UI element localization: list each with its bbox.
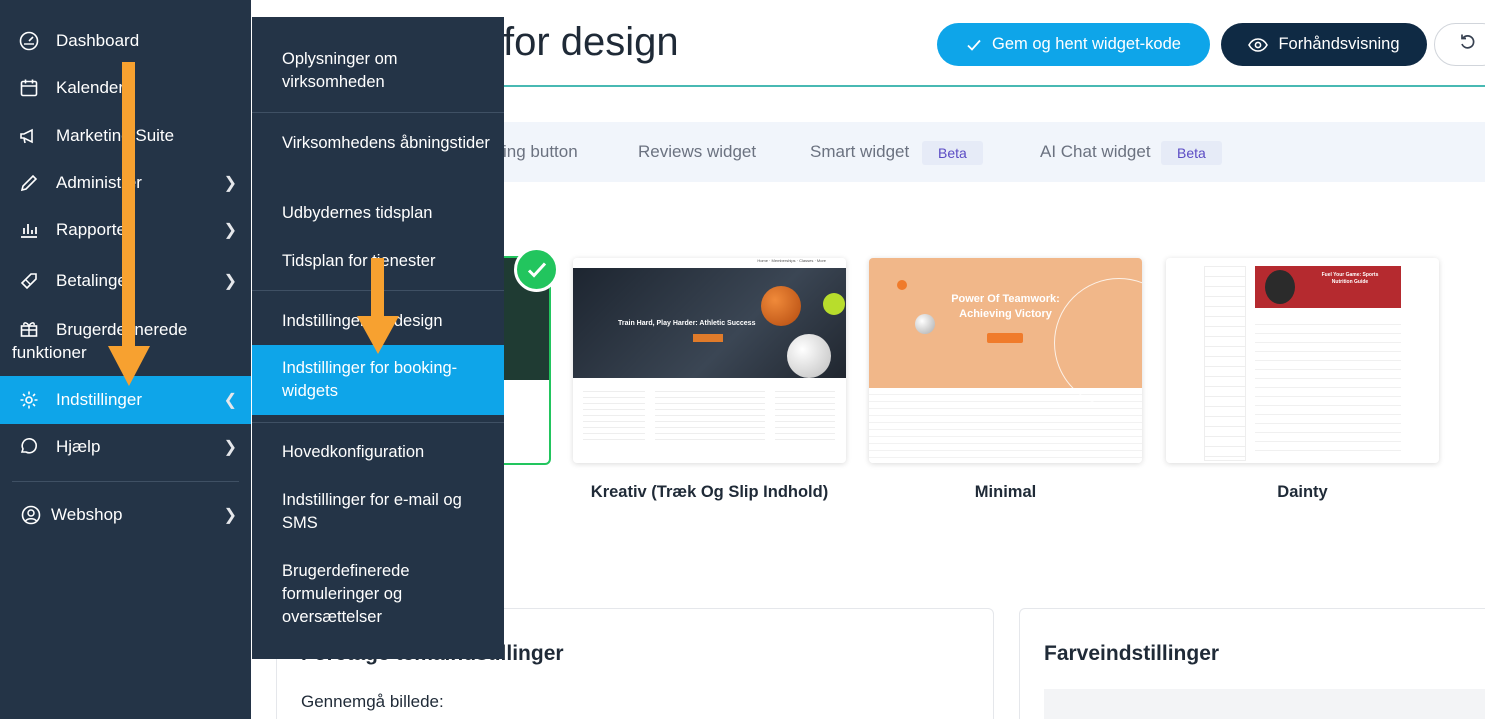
tab-smart-widget[interactable]: Smart widget [810,142,909,162]
submenu-item-booking-widgets[interactable]: Indstillinger for booking-widgets [252,345,504,415]
calendar-icon [18,77,40,99]
save-widget-code-label: Gem og hent widget-kode [992,35,1181,53]
chevron-right-icon: ❯ [223,507,237,524]
sidebar-item-label: Webshop [51,505,123,524]
tab-reviews-widget[interactable]: Reviews widget [638,142,756,162]
chevron-right-icon: ❯ [223,175,237,192]
kreativ-hero-text: Train Hard, Play Harder: Athletic Succes… [618,320,756,327]
ai-chat-beta-badge: Beta [1161,141,1222,165]
review-image-label: Gennemgå billede: [301,692,444,711]
gear-icon [18,389,40,411]
tab-booking-button[interactable]: ing button [503,142,578,162]
preview-label: Forhåndsvisning [1278,35,1400,53]
submenu-divider [252,422,504,423]
tab-ai-chat-widget[interactable]: AI Chat widget [1040,142,1151,162]
undo-icon [1459,33,1477,56]
chevron-right-icon: ❯ [223,439,237,456]
sidebar-item-label: Indstillinger [56,390,142,409]
submenu-item-email-sms[interactable]: Indstillinger for e-mail og SMS [252,489,504,535]
page-title: for design [503,20,679,64]
annotation-arrow-down-icon [108,62,150,386]
theme-label-minimal: Minimal [974,483,1037,501]
submenu-item-provider-schedule[interactable]: Udbydernes tidsplan [252,202,504,225]
color-settings-title: Farveindstillinger [1044,642,1220,665]
sidebar-item-label: Dashboard [56,31,140,50]
check-icon [966,37,982,53]
submenu-item-company-info[interactable]: Oplysninger om virksomheden [252,48,504,94]
sidebar-divider [12,481,239,482]
chat-icon [18,436,40,458]
submenu-divider [252,112,504,113]
chevron-right-icon: ❯ [223,273,237,290]
tag-icon [18,270,40,292]
bar-chart-icon [18,219,40,241]
speedometer-icon [18,30,40,52]
save-widget-code-button[interactable]: Gem og hent widget-kode [937,23,1210,66]
submenu-item-opening-hours[interactable]: Virksomhedens åbningstider [252,132,504,155]
undo-button[interactable] [1434,23,1485,66]
user-circle-icon [20,504,42,526]
submenu-item-main-config[interactable]: Hovedkonfiguration [252,441,504,464]
smart-beta-badge: Beta [922,141,983,165]
theme-label-dainty: Dainty [1277,483,1328,501]
theme-card-dainty[interactable]: Fuel Your Game: Sports Nutrition Guide [1166,258,1439,463]
sidebar-item-dashboard[interactable]: Dashboard [0,27,251,55]
sidebar-item-label: Hjælp [56,437,101,456]
chevron-left-icon: ❮ [223,392,237,409]
preview-button[interactable]: Forhåndsvisning [1221,23,1427,66]
pencil-icon [18,172,40,194]
theme-card-kreativ[interactable]: Home · Memberships · Classes · More Trai… [573,258,846,463]
theme-label-kreativ: Kreativ (Træk Og Slip Indhold) [590,483,829,501]
submenu-item-custom-labels[interactable]: Brugerdefinerede formuleringer og oversæ… [252,560,504,629]
megaphone-icon [18,125,40,147]
dainty-hero-text: Fuel Your Game: Sports Nutrition Guide [1321,272,1379,285]
sidebar-item-webshop[interactable]: Webshop ❯ [0,501,251,529]
theme-card-minimal[interactable]: Power Of Teamwork: Achieving Victory [869,258,1142,463]
color-settings-box[interactable] [1044,689,1485,719]
sidebar-item-help[interactable]: Hjælp ❯ [0,433,251,461]
title-divider [503,85,1485,87]
eye-icon [1248,37,1269,53]
annotation-arrow-down-icon [357,258,399,354]
selected-check-icon [514,247,559,292]
chevron-right-icon: ❯ [223,222,237,239]
